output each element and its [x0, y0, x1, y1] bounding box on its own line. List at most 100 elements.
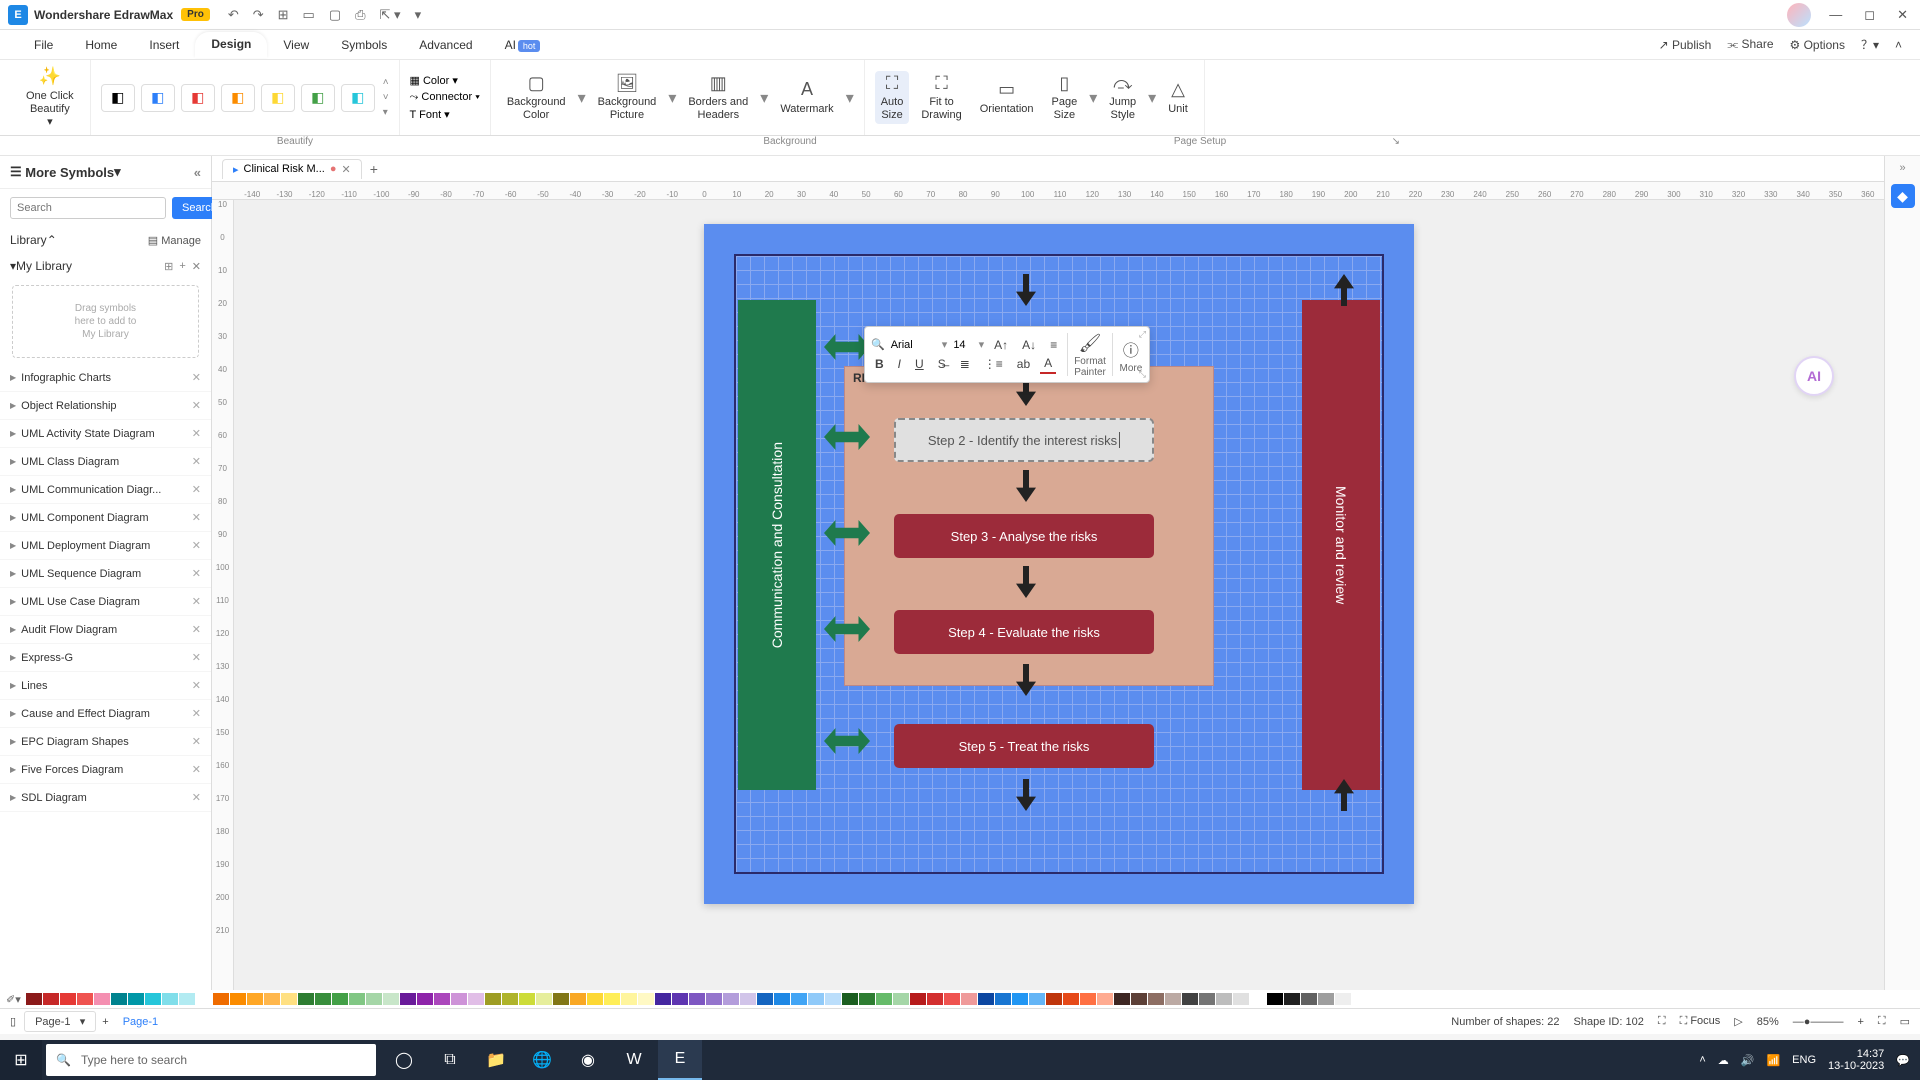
- theme-down-icon[interactable]: ˅: [383, 92, 389, 103]
- color-swatch[interactable]: [553, 993, 569, 1005]
- options-link[interactable]: ⚙ Options: [1790, 38, 1845, 52]
- page-dropdown[interactable]: Page-1 ▾: [24, 1011, 96, 1032]
- collapse-ribbon-icon[interactable]: ˄: [1895, 38, 1902, 52]
- document-tab[interactable]: ▸ Clinical Risk M... ● ✕: [222, 159, 362, 179]
- add-tab-button[interactable]: +: [370, 161, 378, 177]
- menu-symbols[interactable]: Symbols: [325, 33, 403, 57]
- color-swatch[interactable]: [468, 993, 484, 1005]
- add-page-button[interactable]: +: [102, 1016, 108, 1028]
- mylib-close-icon[interactable]: ✕: [192, 260, 201, 273]
- color-swatch[interactable]: [808, 993, 824, 1005]
- color-swatch[interactable]: [876, 993, 892, 1005]
- remove-category-icon[interactable]: ✕: [192, 511, 201, 524]
- library-category[interactable]: ▶UML Sequence Diagram✕: [0, 560, 211, 588]
- color-swatch[interactable]: [315, 993, 331, 1005]
- task-view-icon[interactable]: ◯: [382, 1040, 426, 1080]
- library-category[interactable]: ▶Infographic Charts✕: [0, 364, 211, 392]
- color-swatch[interactable]: [383, 993, 399, 1005]
- color-swatch[interactable]: [842, 993, 858, 1005]
- color-swatch[interactable]: [1046, 993, 1062, 1005]
- library-category[interactable]: ▶Object Relationship✕: [0, 392, 211, 420]
- color-swatch[interactable]: [162, 993, 178, 1005]
- color-swatch[interactable]: [77, 993, 93, 1005]
- page-size-button[interactable]: ▯Page Size: [1046, 71, 1084, 125]
- bullet-list-icon[interactable]: ⋮≡: [980, 355, 1007, 373]
- avatar[interactable]: [1787, 3, 1811, 27]
- remove-category-icon[interactable]: ✕: [192, 679, 201, 692]
- strike-icon[interactable]: S̶: [934, 355, 950, 373]
- background-color-button[interactable]: ▢Background Color: [501, 71, 572, 125]
- remove-category-icon[interactable]: ✕: [192, 651, 201, 664]
- undo-icon[interactable]: ↶: [228, 7, 239, 23]
- drawing-page[interactable]: Communication and Consultation Monitor a…: [704, 224, 1414, 904]
- menu-view[interactable]: View: [267, 33, 325, 57]
- wifi-icon[interactable]: 📶: [1766, 1054, 1780, 1067]
- theme-preset-3[interactable]: ◧: [181, 84, 215, 112]
- fullscreen-icon[interactable]: ⛶: [1658, 1015, 1666, 1028]
- explorer-icon[interactable]: 📁: [474, 1040, 518, 1080]
- presentation-icon[interactable]: ▷: [1734, 1015, 1742, 1028]
- comm-consult-box[interactable]: Communication and Consultation: [738, 300, 816, 790]
- page-setup-launcher-icon[interactable]: ↘: [1392, 136, 1400, 147]
- color-swatch[interactable]: [349, 993, 365, 1005]
- toolbar-resize-icon[interactable]: ⤡: [1139, 369, 1146, 380]
- eyedropper-icon[interactable]: ✐▾: [6, 993, 21, 1006]
- tray-overflow-icon[interactable]: ˄: [1699, 1054, 1705, 1066]
- notifications-icon[interactable]: 💬: [1896, 1054, 1910, 1067]
- color-swatch[interactable]: [604, 993, 620, 1005]
- color-swatch[interactable]: [298, 993, 314, 1005]
- color-swatch[interactable]: [94, 993, 110, 1005]
- color-swatch[interactable]: [26, 993, 42, 1005]
- color-swatch[interactable]: [791, 993, 807, 1005]
- color-swatch[interactable]: [400, 993, 416, 1005]
- color-swatch[interactable]: [672, 993, 688, 1005]
- background-picture-button[interactable]: 🖼Background Picture: [592, 71, 663, 125]
- color-swatch[interactable]: [757, 993, 773, 1005]
- increase-font-icon[interactable]: A↑: [990, 336, 1012, 354]
- library-category[interactable]: ▶UML Activity State Diagram✕: [0, 420, 211, 448]
- theme-preset-6[interactable]: ◧: [301, 84, 335, 112]
- language-indicator[interactable]: ENG: [1792, 1054, 1816, 1066]
- color-swatch[interactable]: [1267, 993, 1283, 1005]
- font-search-icon[interactable]: 🔍: [871, 338, 885, 351]
- color-swatch[interactable]: [1131, 993, 1147, 1005]
- search-input[interactable]: [10, 197, 166, 219]
- library-category[interactable]: ▶Express-G✕: [0, 644, 211, 672]
- color-swatch[interactable]: [1114, 993, 1130, 1005]
- remove-category-icon[interactable]: ✕: [192, 763, 201, 776]
- remove-category-icon[interactable]: ✕: [192, 427, 201, 440]
- color-dropdown[interactable]: ▦ Color ▾: [410, 74, 458, 87]
- color-swatch[interactable]: [281, 993, 297, 1005]
- remove-category-icon[interactable]: ✕: [192, 455, 201, 468]
- menu-file[interactable]: File: [18, 33, 69, 57]
- word-icon[interactable]: W: [612, 1040, 656, 1080]
- color-swatch[interactable]: [1335, 993, 1351, 1005]
- onedrive-icon[interactable]: ☁: [1718, 1054, 1729, 1067]
- remove-category-icon[interactable]: ✕: [192, 623, 201, 636]
- library-category[interactable]: ▶Five Forces Diagram✕: [0, 756, 211, 784]
- fit-width-icon[interactable]: ▭: [1900, 1015, 1910, 1028]
- library-category[interactable]: ▶Audit Flow Diagram✕: [0, 616, 211, 644]
- theme-preset-4[interactable]: ◧: [221, 84, 255, 112]
- color-swatch[interactable]: [485, 993, 501, 1005]
- new-icon[interactable]: ⊞: [278, 7, 289, 23]
- mylib-plus-icon[interactable]: +: [179, 260, 185, 273]
- zoom-in-icon[interactable]: +: [1857, 1016, 1863, 1028]
- menu-home[interactable]: Home: [69, 33, 133, 57]
- color-swatch[interactable]: [247, 993, 263, 1005]
- color-swatch[interactable]: [1029, 993, 1045, 1005]
- library-category[interactable]: ▶SDL Diagram✕: [0, 784, 211, 812]
- color-swatch[interactable]: [434, 993, 450, 1005]
- toolbar-close-icon[interactable]: ⤢: [1139, 329, 1146, 340]
- bold-icon[interactable]: B: [871, 355, 888, 373]
- jump-style-button[interactable]: ⤼Jump Style: [1103, 71, 1142, 125]
- step2-box-editing[interactable]: Step 2 - Identify the interest risks: [894, 418, 1154, 462]
- volume-icon[interactable]: 🔊: [1741, 1054, 1755, 1067]
- unit-button[interactable]: △Unit: [1162, 77, 1194, 118]
- style-panel-icon[interactable]: ◆: [1891, 184, 1915, 208]
- publish-link[interactable]: ↗ Publish: [1659, 38, 1712, 52]
- color-swatch[interactable]: [587, 993, 603, 1005]
- color-swatch[interactable]: [706, 993, 722, 1005]
- color-swatch[interactable]: [723, 993, 739, 1005]
- library-category[interactable]: ▶UML Communication Diagr...✕: [0, 476, 211, 504]
